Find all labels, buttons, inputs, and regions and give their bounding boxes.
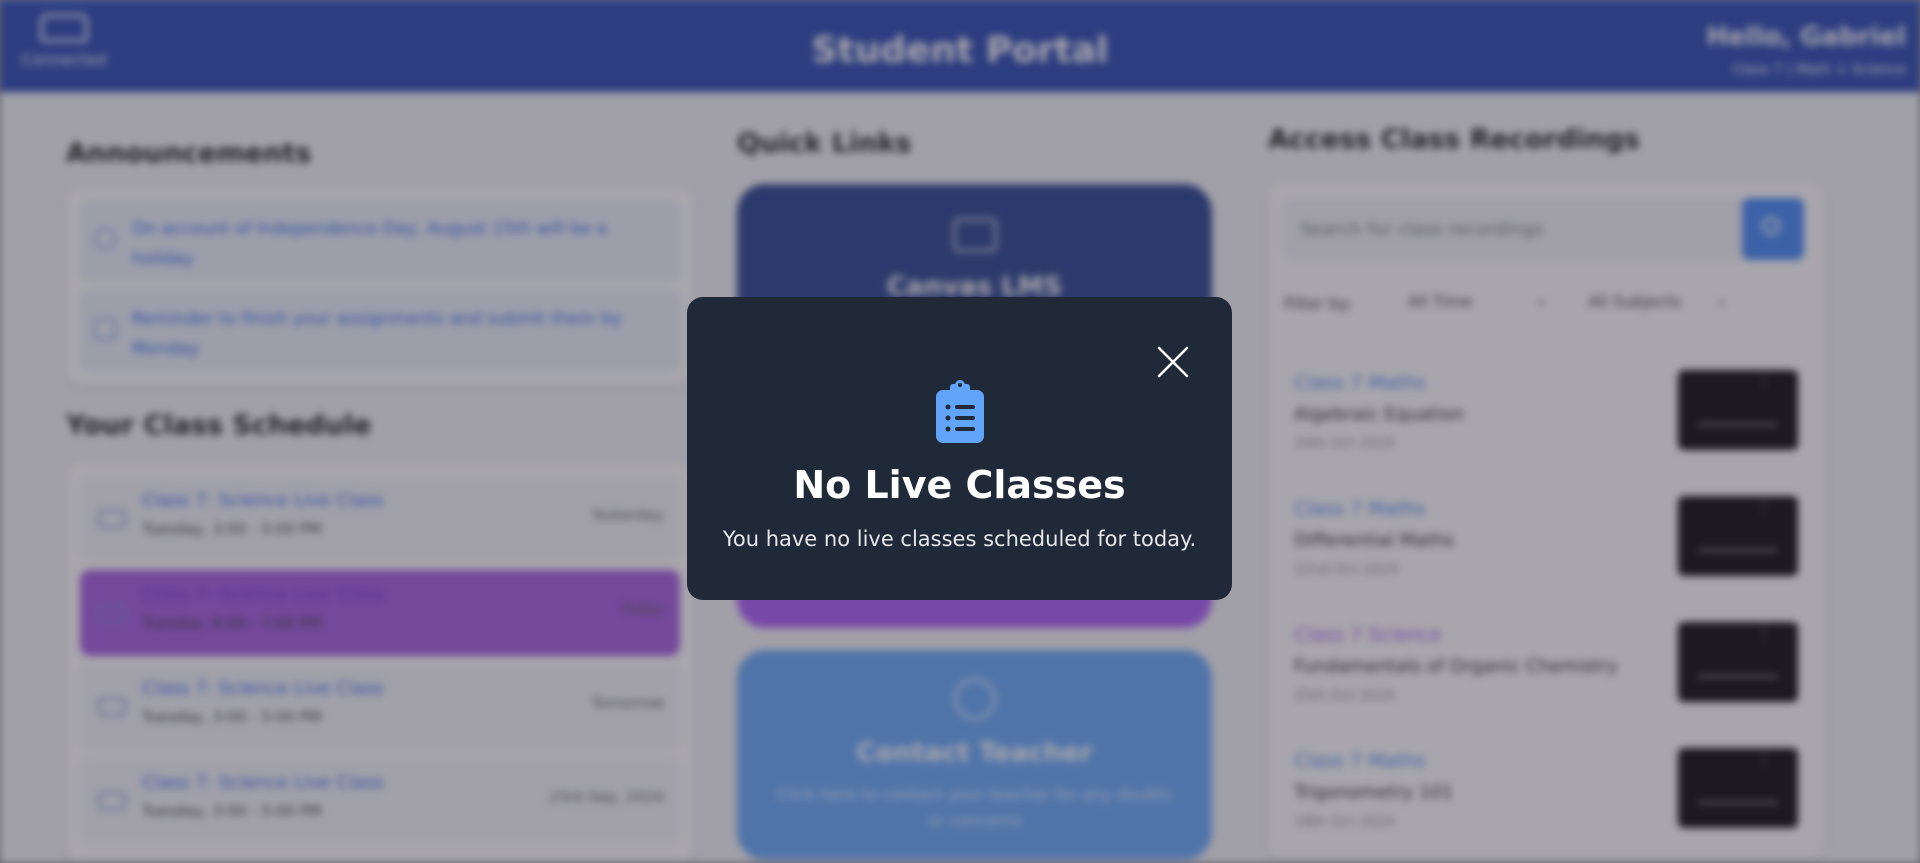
modal-message: You have no live classes scheduled for t… (722, 527, 1197, 551)
modal-title: No Live Classes (793, 463, 1126, 507)
close-button[interactable] (1155, 344, 1191, 380)
clipboard-list-icon (936, 380, 984, 443)
close-icon (1157, 346, 1189, 378)
no-live-classes-modal: No Live Classes You have no live classes… (687, 297, 1232, 600)
